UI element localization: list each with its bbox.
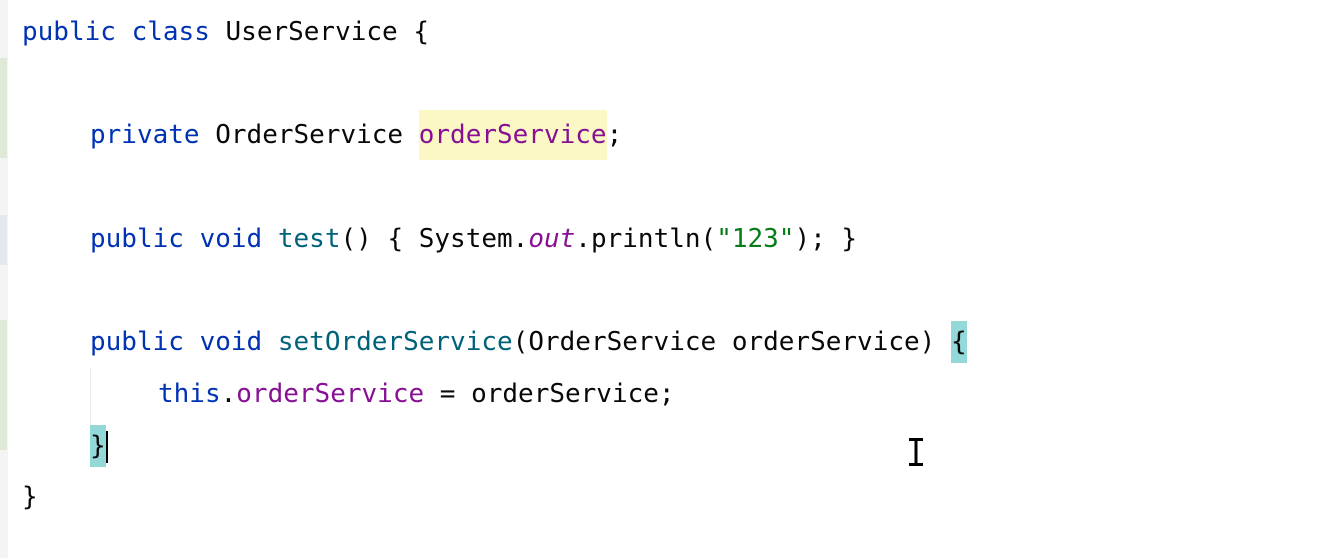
code-token-static: out <box>528 224 576 254</box>
change-marker <box>0 320 7 450</box>
code-token-kw: public <box>90 327 184 357</box>
code-token-kw: void <box>199 224 263 254</box>
code-token-kw: this <box>158 379 221 409</box>
code-line-class-declaration[interactable]: public class UserService { <box>22 12 429 52</box>
code-token-plain: ; <box>606 120 623 150</box>
code-line-setter-body[interactable]: this.orderService = orderService; <box>22 374 675 414</box>
change-marker <box>0 215 7 265</box>
code-token-plain: = orderService; <box>424 379 675 409</box>
code-token-kw: public <box>90 224 184 254</box>
code-line-setter-close[interactable]: } <box>22 425 108 467</box>
code-token-kw: public <box>22 17 116 47</box>
code-token-kw: void <box>199 327 263 357</box>
code-token-plain: UserService { <box>209 17 430 47</box>
code-line-setter-signature[interactable]: public void setOrderService(OrderService… <box>22 321 967 363</box>
code-token-hl-brace: { <box>950 321 967 363</box>
code-token-str: "123" <box>716 224 795 254</box>
code-line-field-declaration[interactable]: private OrderService orderService; <box>22 110 623 160</box>
code-token-hl-brace: } <box>90 425 106 467</box>
code-token-method: test <box>277 224 341 254</box>
code-token-plain: () { System. <box>340 224 529 254</box>
code-token-plain: OrderService <box>199 120 419 150</box>
code-token-plain: (OrderService orderService) <box>512 327 951 357</box>
code-editor[interactable]: public class UserService { private Order… <box>0 0 1328 558</box>
code-token-kw: class <box>131 17 210 47</box>
code-token-hl-field: orderService <box>418 110 607 160</box>
editor-gutter <box>0 0 8 558</box>
text-caret <box>105 430 108 463</box>
code-token-plain: . <box>220 379 237 409</box>
code-token-kw: private <box>90 120 200 150</box>
code-token-field: orderService <box>236 379 425 409</box>
code-line-class-close[interactable]: } <box>22 477 38 517</box>
code-token-method: setOrderService <box>277 327 513 357</box>
code-token-plain: .println( <box>575 224 717 254</box>
change-marker <box>0 58 7 158</box>
code-token-plain: } <box>22 482 38 512</box>
code-line-test-method[interactable]: public void test() { System.out.println(… <box>22 219 857 259</box>
code-token-plain: ); } <box>794 224 858 254</box>
text-ibeam-cursor-icon <box>909 438 923 466</box>
